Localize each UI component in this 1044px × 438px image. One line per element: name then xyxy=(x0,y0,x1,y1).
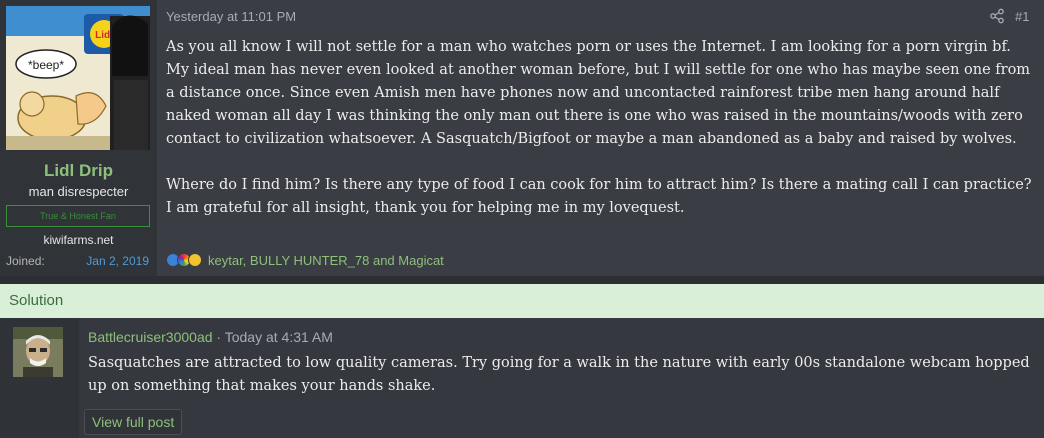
solution-post: Battlecruiser3000ad · Today at 4:31 AM S… xyxy=(0,318,1044,438)
post-paragraph: As you all know I will not settle for a … xyxy=(166,39,1031,147)
solution-author[interactable]: Battlecruiser3000ad xyxy=(88,329,213,345)
post-author-banner: True & Honest Fan xyxy=(6,205,150,227)
post-author-site: kiwifarms.net xyxy=(43,233,114,247)
post: Lidl *beep* Lidl Drip man disrespecter T… xyxy=(0,0,1044,276)
post-author-name[interactable]: Lidl Drip xyxy=(0,161,157,181)
avatar-image: Lidl *beep* xyxy=(6,6,150,150)
solution-meta: Battlecruiser3000ad · Today at 4:31 AM xyxy=(88,329,333,345)
thinking-reaction-icon xyxy=(188,253,202,267)
meta-separator: · xyxy=(216,329,222,345)
solution-text: Sasquatches are attracted to low quality… xyxy=(88,355,1030,394)
reaction-icons xyxy=(166,253,202,267)
solution-avatar-image xyxy=(13,327,63,377)
view-full-post-button[interactable]: View full post xyxy=(84,409,183,435)
joined-label: Joined: xyxy=(6,254,45,268)
share-icon[interactable] xyxy=(989,8,1005,24)
user-pane: Lidl *beep* Lidl Drip man disrespecter T… xyxy=(0,0,157,276)
post-body: As you all know I will not settle for a … xyxy=(166,36,1036,220)
solution-avatar[interactable] xyxy=(13,327,63,377)
joined-date: Jan 2, 2019 xyxy=(86,254,149,268)
message-cell: Yesterday at 11:01 PM #1 As you all know… xyxy=(157,0,1044,276)
post-number[interactable]: #1 xyxy=(1015,9,1029,24)
post-paragraph: Where do I find him? Is there any type o… xyxy=(166,177,1032,216)
solution-main: Battlecruiser3000ad · Today at 4:31 AM S… xyxy=(79,318,1044,438)
post-author-title: man disrespecter xyxy=(28,184,129,199)
solution-timestamp[interactable]: Today at 4:31 AM xyxy=(225,329,333,345)
solution-header: Solution xyxy=(0,284,1044,318)
post-timestamp[interactable]: Yesterday at 11:01 PM xyxy=(166,9,296,24)
avatar[interactable]: Lidl *beep* xyxy=(6,6,150,150)
reaction-users[interactable]: keytar, BULLY HUNTER_78 and Magicat xyxy=(208,253,444,268)
reactions-bar[interactable]: keytar, BULLY HUNTER_78 and Magicat xyxy=(166,251,444,269)
avatar-caption: *beep* xyxy=(28,58,64,72)
solution-avatar-pane xyxy=(0,318,79,438)
solution-label: Solution xyxy=(9,292,64,309)
